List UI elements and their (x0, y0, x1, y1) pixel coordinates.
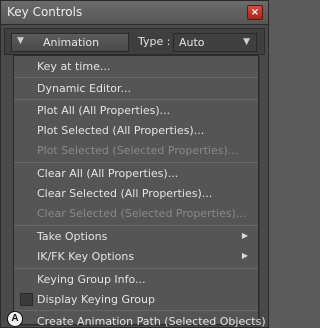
window-title: Key Controls (7, 5, 83, 19)
menu-item-label: Plot All (All Properties)... (37, 104, 171, 117)
checkbox-icon[interactable] (20, 293, 33, 306)
menu-item-label: Keying Group Info... (37, 273, 146, 286)
menu-item-keying-group-info[interactable]: Keying Group Info... (14, 270, 258, 290)
menu-item-label: Plot Selected (Selected Properties)... (37, 144, 239, 157)
menu-item-label: Create Animation Path (Selected Objects) (37, 315, 266, 328)
menu-item-clear-all[interactable]: Clear All (All Properties)... (14, 164, 258, 184)
toolbar: ▼ Animation Type : Auto ▼ (4, 28, 265, 55)
menu-item-plot-all[interactable]: Plot All (All Properties)... (14, 101, 258, 121)
menu-item-clear-selected-properties: Clear Selected (Selected Properties)... (14, 204, 258, 224)
type-select-value: Auto (179, 36, 205, 49)
animation-dropdown-menu: Key at time... Dynamic Editor... Plot Al… (13, 55, 266, 328)
menu-item-dynamic-editor[interactable]: Dynamic Editor... (14, 79, 258, 99)
chevron-down-icon: ▼ (243, 37, 250, 47)
submenu-arrow-icon: ▶ (241, 231, 248, 240)
menu-separator (14, 268, 258, 269)
menu-item-take-options[interactable]: Take Options ▶ (14, 227, 258, 247)
menu-item-display-keying-group[interactable]: Display Keying Group (14, 290, 258, 310)
chevron-down-icon: ▼ (17, 36, 24, 46)
animation-menu-button[interactable]: ▼ Animation (11, 33, 129, 52)
menu-separator (14, 77, 258, 78)
menu-separator (14, 225, 258, 226)
key-controls-window: Key Controls × ▼ Animation Type : Auto ▼… (0, 0, 269, 328)
menu-item-create-animation-path[interactable]: Create Animation Path (Selected Objects) (14, 312, 266, 328)
menu-item-plot-selected[interactable]: Plot Selected (All Properties)... (14, 121, 258, 141)
submenu-arrow-icon: ▶ (241, 251, 248, 260)
menu-item-plot-selected-properties: Plot Selected (Selected Properties)... (14, 141, 258, 161)
type-label: Type : (138, 35, 171, 48)
menu-item-ikfk-key-options[interactable]: IK/FK Key Options ▶ (14, 247, 258, 267)
menu-item-label: Plot Selected (All Properties)... (37, 124, 205, 137)
menu-separator (14, 310, 258, 311)
menu-item-label: Clear All (All Properties)... (37, 167, 179, 180)
close-button[interactable]: × (247, 5, 263, 20)
menu-item-label: Take Options (37, 230, 108, 243)
menu-item-key-at-time[interactable]: Key at time... (14, 57, 258, 77)
menu-item-label: Display Keying Group (37, 293, 155, 306)
menu-item-label: Clear Selected (Selected Properties)... (37, 207, 247, 220)
animation-menu-label: Animation (43, 36, 100, 49)
menu-item-label: Key at time... (37, 60, 111, 73)
callout-badge: A (7, 311, 23, 327)
menu-item-label: Clear Selected (All Properties)... (37, 187, 213, 200)
title-bar[interactable]: Key Controls × (1, 1, 268, 25)
type-select[interactable]: Auto ▼ (173, 33, 257, 52)
menu-item-label: Dynamic Editor... (37, 82, 132, 95)
menu-separator (14, 162, 258, 163)
menu-item-clear-selected[interactable]: Clear Selected (All Properties)... (14, 184, 258, 204)
menu-separator (14, 99, 258, 100)
menu-item-label: IK/FK Key Options (37, 250, 135, 263)
